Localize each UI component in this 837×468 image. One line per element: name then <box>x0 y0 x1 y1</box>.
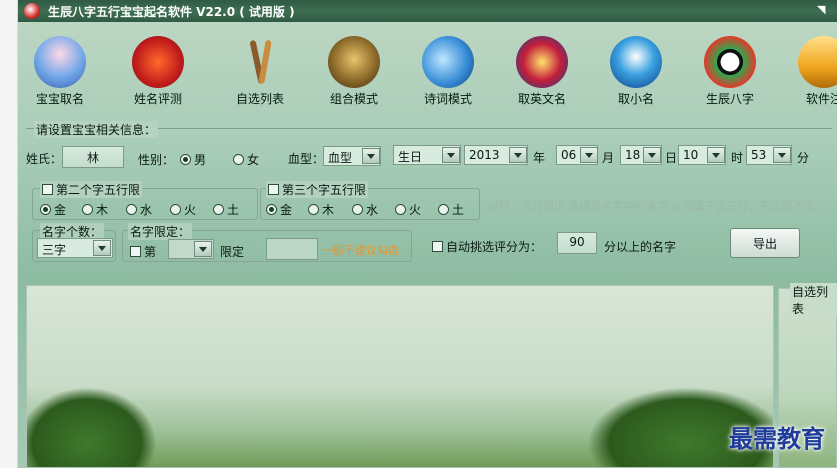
app-logo-icon <box>24 3 40 19</box>
baby-icon <box>34 36 86 88</box>
name-results-panel[interactable] <box>26 285 774 468</box>
gender-male-radio[interactable]: 男 <box>180 151 206 168</box>
second-element-radio-wood[interactable]: 木 <box>82 201 108 218</box>
minute-unit: 分 <box>797 151 810 165</box>
auto-select-checkbox[interactable]: 自动挑选评分为： <box>432 238 542 255</box>
left-edge-strip <box>0 0 18 468</box>
element-hint-text: 说明：五行限定 选择后名字中的该字 必须属于该五行，不选则不限 <box>488 200 814 213</box>
system-menu-icon[interactable]: ◥ <box>817 3 831 17</box>
custom-list-title: 自选列表 <box>790 283 837 317</box>
main-toolbar: 宝宝取名 姓名评测 自选列表 组合模式 诗词模式 取英文名 取小名 生辰八字 软… <box>18 30 837 114</box>
third-element-radio-water[interactable]: 水 <box>352 201 378 218</box>
lion-icon <box>328 36 380 88</box>
surname-input[interactable]: 林 <box>62 146 124 168</box>
blood-dropdown-arrow-icon[interactable] <box>362 148 380 164</box>
gender-female-radio[interactable]: 女 <box>233 151 259 168</box>
toolbar-register[interactable]: 软件注 <box>784 30 837 107</box>
birthday-type-arrow-icon[interactable] <box>442 147 460 163</box>
tree-decoration <box>27 387 157 467</box>
year-unit: 年 <box>533 151 546 165</box>
surname-label: 姓氏： <box>26 152 63 166</box>
month-arrow-icon[interactable] <box>580 147 598 163</box>
day-arrow-icon[interactable] <box>643 147 661 163</box>
toolbar-bazi[interactable]: 生辰八字 <box>690 30 770 107</box>
blood-type-label: 血型： <box>288 152 325 166</box>
toolbar-custom-list[interactable]: 自选列表 <box>220 30 300 107</box>
name-limit-suffix: 限定 <box>220 245 245 259</box>
third-element-radio-fire[interactable]: 火 <box>395 201 421 218</box>
toolbar-combo-mode[interactable]: 组合模式 <box>314 30 394 107</box>
second-element-radio-water[interactable]: 水 <box>126 201 152 218</box>
book-icon <box>422 36 474 88</box>
second-element-radio-fire[interactable]: 火 <box>170 201 196 218</box>
badge-icon <box>516 36 568 88</box>
toolbar-name-evaluate[interactable]: 姓名评测 <box>118 30 198 107</box>
watermark-text: 最需教育 <box>729 424 825 453</box>
name-limit-checkbox[interactable]: 第 <box>130 243 156 260</box>
minute-arrow-icon[interactable] <box>773 147 791 163</box>
penguin-icon <box>610 36 662 88</box>
name-count-arrow-icon[interactable] <box>93 240 111 256</box>
brush-list-icon <box>234 36 286 88</box>
bagua-icon <box>704 36 756 88</box>
name-limit-arrow-icon[interactable] <box>194 241 212 257</box>
toolbar-baby-naming[interactable]: 宝宝取名 <box>20 30 100 107</box>
auto-score-suffix: 分以上的名字 <box>604 240 677 254</box>
name-limit-title: 名字限定： <box>128 223 193 240</box>
auto-score-input[interactable]: 90 <box>557 232 597 254</box>
app-window: 生辰八字五行宝宝起名软件 V22.0 ( 试用版 ) ◥ 宝宝取名 姓名评测 自… <box>18 0 837 468</box>
lock-icon <box>798 36 837 88</box>
month-unit: 月 <box>602 151 615 165</box>
third-element-radio-earth[interactable]: 土 <box>438 201 464 218</box>
second-char-element-checkbox[interactable]: 第二个字五行限 <box>40 181 143 198</box>
toolbar-nickname[interactable]: 取小名 <box>596 30 676 107</box>
second-element-radio-earth[interactable]: 土 <box>213 201 239 218</box>
hour-unit: 时 <box>731 151 744 165</box>
window-title: 生辰八字五行宝宝起名软件 V22.0 ( 试用版 ) <box>48 4 295 19</box>
name-limit-char-input[interactable] <box>266 238 318 260</box>
year-arrow-icon[interactable] <box>509 147 527 163</box>
second-element-radio-gold[interactable]: 金 <box>40 201 66 218</box>
hour-arrow-icon[interactable] <box>707 147 725 163</box>
evaluate-icon <box>132 36 184 88</box>
toolbar-poem-mode[interactable]: 诗词模式 <box>408 30 488 107</box>
settings-section-title: 请设置宝宝相关信息： <box>34 121 159 138</box>
third-char-element-checkbox[interactable]: 第三个字五行限 <box>266 181 369 198</box>
title-bar: 生辰八字五行宝宝起名软件 V22.0 ( 试用版 ) ◥ <box>18 0 837 22</box>
third-element-radio-wood[interactable]: 木 <box>308 201 334 218</box>
name-limit-note: 一般不建议勾选 <box>322 244 399 257</box>
toolbar-english-name[interactable]: 取英文名 <box>502 30 582 107</box>
third-element-radio-gold[interactable]: 金 <box>266 201 292 218</box>
day-unit: 日 <box>665 151 678 165</box>
gender-label: 性别： <box>138 153 175 167</box>
export-button[interactable]: 导出 <box>730 228 800 258</box>
